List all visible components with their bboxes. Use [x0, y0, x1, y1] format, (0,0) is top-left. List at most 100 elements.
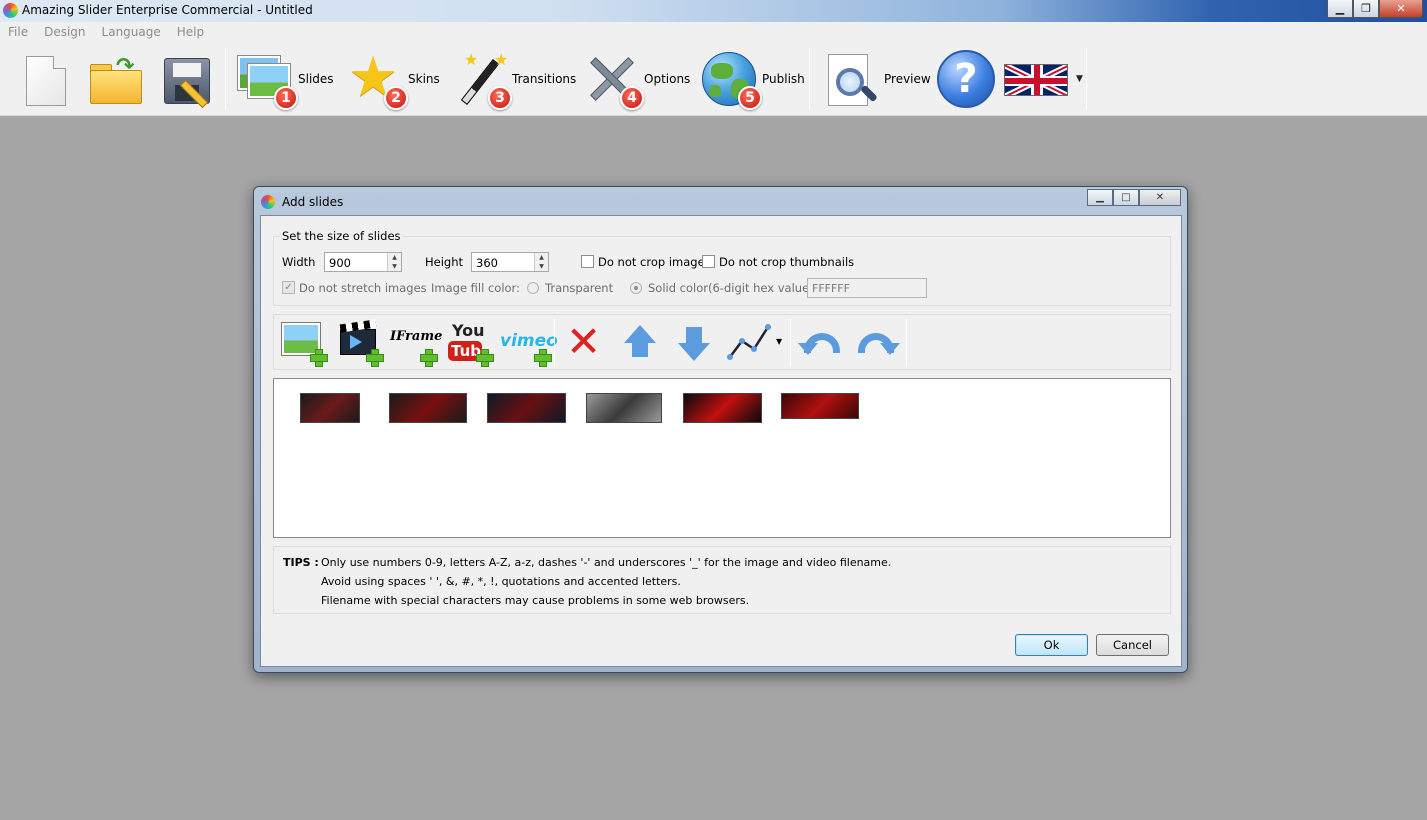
tips-panel: TIPS : Only use numbers 0-9, letters A-Z… [273, 546, 1171, 614]
vimeo-icon: vimeo [500, 331, 558, 351]
app-icon [261, 195, 275, 209]
no-crop-thumbnails-checkbox[interactable] [702, 255, 715, 268]
menu-language[interactable]: Language [102, 22, 161, 42]
title-bar: Amazing Slider Enterprise Commercial - U… [0, 0, 1427, 22]
redo-button[interactable] [852, 319, 900, 365]
plus-icon [476, 349, 494, 367]
preview-magnifier-icon [822, 50, 880, 108]
plus-icon [534, 349, 552, 367]
add-youtube-button[interactable]: You Tube [446, 319, 494, 367]
step-badge: 2 [384, 86, 408, 110]
spin-up-icon[interactable]: ▲ [388, 253, 401, 262]
publish-label: Publish [762, 72, 805, 86]
minimize-button[interactable]: ▁ [1327, 0, 1353, 18]
toolbar-separator [1086, 48, 1087, 110]
slides-button[interactable]: 1 Slides [236, 50, 334, 110]
magic-wand-icon: ★ ★ 3 [450, 50, 512, 110]
spin-down-icon[interactable]: ▼ [388, 262, 401, 271]
app-icon [3, 3, 18, 18]
step-badge: 5 [738, 86, 762, 110]
move-up-button[interactable] [616, 319, 662, 365]
spin-up-icon[interactable]: ▲ [535, 253, 548, 262]
dialog-maximize-button[interactable]: □ [1113, 189, 1139, 206]
delete-x-icon: ✕ [566, 317, 602, 366]
new-project-button[interactable] [14, 50, 72, 108]
skins-label: Skins [408, 72, 440, 86]
add-iframe-button[interactable]: IFrame [390, 319, 442, 367]
open-folder-icon: ↷ [84, 50, 142, 108]
toolbar-separator [809, 48, 810, 110]
ok-button[interactable]: Ok [1015, 634, 1088, 656]
toolbar-separator [906, 319, 907, 367]
delete-slide-button[interactable]: ✕ [562, 319, 608, 365]
language-dropdown[interactable]: ▼ [1004, 50, 1088, 108]
preview-label: Preview [884, 72, 931, 86]
motion-path-icon [727, 324, 771, 360]
chevron-down-icon: ▼ [776, 337, 783, 346]
menu-help[interactable]: Help [177, 22, 204, 42]
slide-thumbnail[interactable] [586, 393, 662, 423]
plus-icon [310, 349, 328, 367]
dialog-title: Add slides [282, 195, 344, 209]
transitions-label: Transitions [512, 72, 577, 86]
slide-thumbnail[interactable] [487, 393, 566, 423]
add-vimeo-button[interactable]: vimeo [500, 319, 558, 367]
transparent-radio[interactable] [527, 282, 539, 294]
dialog-close-button[interactable]: ✕ [1139, 189, 1181, 206]
publish-button[interactable]: 5 Publish [700, 50, 805, 110]
slide-thumbnail[interactable] [683, 393, 762, 423]
no-crop-images-label: Do not crop images [598, 255, 711, 269]
move-down-button[interactable] [670, 319, 716, 365]
slide-thumbnail[interactable] [781, 393, 859, 419]
dialog-minimize-button[interactable]: ▁ [1087, 189, 1113, 206]
star-icon: ★ 2 [346, 50, 408, 110]
height-value: 360 [476, 256, 498, 270]
toolbar-separator [225, 48, 226, 110]
help-button[interactable]: ? [937, 50, 995, 108]
preview-button[interactable]: Preview [822, 50, 931, 108]
close-button[interactable]: ✕ [1379, 0, 1423, 18]
plus-icon [420, 349, 438, 367]
no-stretch-checkbox[interactable]: ✓ [282, 281, 295, 294]
options-button[interactable]: 4 Options [582, 50, 691, 110]
slides-list[interactable] [273, 378, 1171, 538]
group-title: Set the size of slides [280, 229, 403, 243]
spin-down-icon[interactable]: ▼ [535, 262, 548, 271]
add-video-button[interactable] [336, 319, 384, 367]
toolbar-separator [790, 319, 791, 367]
menu-file[interactable]: File [8, 22, 28, 42]
no-crop-images-checkbox[interactable] [581, 255, 594, 268]
dialog-window-controls: ▁ □ ✕ [1087, 189, 1181, 206]
new-document-icon [26, 56, 66, 106]
transitions-button[interactable]: ★ ★ 3 Transitions [450, 50, 577, 110]
menu-design[interactable]: Design [44, 22, 85, 42]
open-project-button[interactable]: ↷ [84, 50, 142, 108]
width-input[interactable]: 900 ▲ ▼ [324, 252, 402, 272]
save-project-button[interactable] [156, 50, 214, 109]
hex-color-input[interactable]: FFFFFF [807, 278, 927, 298]
tips-line: Filename with special characters may cau… [321, 594, 750, 607]
undo-button[interactable] [798, 319, 844, 365]
step-badge: 4 [620, 86, 644, 110]
transparent-label: Transparent [545, 281, 614, 295]
toolbar-separator [554, 319, 555, 367]
uk-flag-icon: ▼ [1004, 50, 1088, 108]
slide-thumbnail[interactable] [300, 393, 360, 423]
solid-color-radio[interactable] [630, 282, 642, 294]
fill-color-label: Image fill color: [431, 281, 520, 295]
slide-thumbnail[interactable] [389, 393, 467, 423]
add-image-button[interactable] [280, 319, 328, 367]
slides-icon: 1 [236, 50, 298, 110]
motion-path-dropdown[interactable]: ▼ [726, 319, 786, 365]
plus-icon [366, 349, 384, 367]
options-label: Options [644, 72, 691, 86]
restore-button[interactable]: ❐ [1353, 0, 1379, 18]
tips-line: Avoid using spaces ' ', &, #, *, !, quot… [321, 575, 681, 588]
height-input[interactable]: 360 ▲ ▼ [471, 252, 549, 272]
step-badge: 1 [274, 86, 298, 110]
skins-button[interactable]: ★ 2 Skins [346, 50, 440, 110]
cancel-button[interactable]: Cancel [1096, 634, 1169, 656]
chevron-down-icon: ▼ [1076, 74, 1083, 84]
menu-bar: File Design Language Help [0, 22, 1427, 42]
slide-size-group: Set the size of slides Width 900 ▲ ▼ Heig… [273, 229, 1171, 306]
